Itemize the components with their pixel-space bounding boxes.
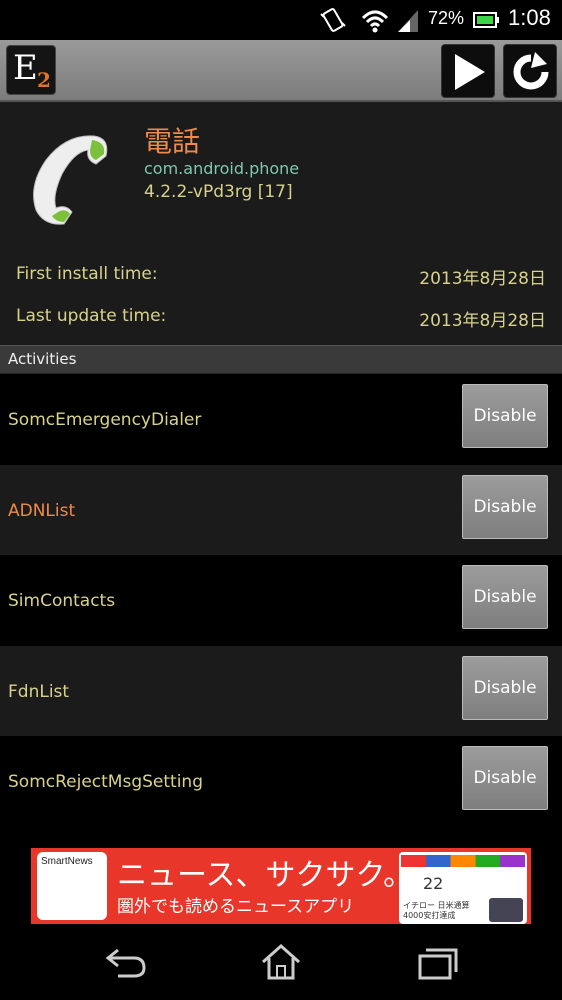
app-logo[interactable]: E 2 [6,45,56,95]
first-install-value: 2013年8月28日 [419,269,546,289]
ad-headline: ニュース、サクサク。 [117,858,414,893]
activity-name: FdnList [8,681,70,702]
disable-button[interactable]: Disable [462,384,548,448]
first-install-label: First install time: [16,264,158,284]
ad-preview-number: 22 [423,874,444,893]
activity-name: SimContacts [8,591,116,611]
battery-icon [473,12,499,28]
ad-preview: 22 イチロー 日米通算 4000安打達成 [399,852,527,924]
list-item[interactable]: SomcRejectMsgSetting Disable [0,736,562,827]
list-item[interactable]: FdnList Disable [0,645,562,736]
disable-button[interactable]: Disable [462,565,548,629]
ad-banner[interactable]: SmartNews ニュース、サクサク。 圏外でも読めるニュースアプリ 22 イ… [0,846,562,926]
ad-subline: 圏外でも読めるニュースアプリ [117,897,355,917]
ad-preview-photo [489,898,523,922]
ad-content[interactable]: SmartNews ニュース、サクサク。 圏外でも読めるニュースアプリ 22 イ… [31,848,531,924]
activity-name: ADNList [8,500,76,521]
navigation-bar [0,926,562,1000]
app-name: 電話 [144,125,201,158]
logo-letter: E [13,48,38,88]
logo-subscript: 2 [37,68,51,92]
refresh-button[interactable] [503,44,557,98]
app-version: 4.2.2-vPd3rg [17] [144,182,293,202]
activities-list: SomcEmergencyDialer Disable ADNList Disa… [0,374,562,827]
list-item[interactable]: SomcEmergencyDialer Disable [0,374,562,465]
battery-percent: 72% [428,8,465,28]
last-update-value: 2013年8月28日 [419,311,546,331]
refresh-icon [513,52,549,90]
play-button[interactable] [441,44,495,98]
last-update-label: Last update time: [16,306,167,326]
disable-button[interactable]: Disable [462,655,548,720]
recent-apps-icon[interactable] [416,942,460,982]
ad-logo-text: SmartNews [41,856,93,867]
activity-name: SomcRejectMsgSetting [8,772,203,792]
package-name: com.android.phone [144,159,300,178]
activity-name: SomcEmergencyDialer [8,410,202,430]
phone-handset-icon [33,135,108,225]
clock: 1:08 [508,5,551,30]
app-header: 電話 com.android.phone 4.2.2-vPd3rg [17] F… [0,102,562,345]
vibrate-icon [320,8,346,32]
signal-icon [398,10,418,32]
ad-preview-tabs [401,855,525,867]
toolbar: E 2 [0,40,562,102]
status-bar: 72% 1:08 [0,0,562,40]
list-item[interactable]: SimContacts Disable [0,555,562,646]
list-item[interactable]: ADNList Disable [0,464,562,555]
back-icon[interactable] [104,942,148,982]
play-icon [455,54,485,90]
disable-button[interactable]: Disable [462,746,548,810]
disable-button[interactable]: Disable [462,474,548,539]
home-icon[interactable] [259,942,303,982]
wifi-icon [361,10,389,33]
ad-preview-news: 4000安打達成 [403,911,456,920]
ad-logo: SmartNews [37,852,107,920]
section-header-activities: Activities [0,345,562,374]
